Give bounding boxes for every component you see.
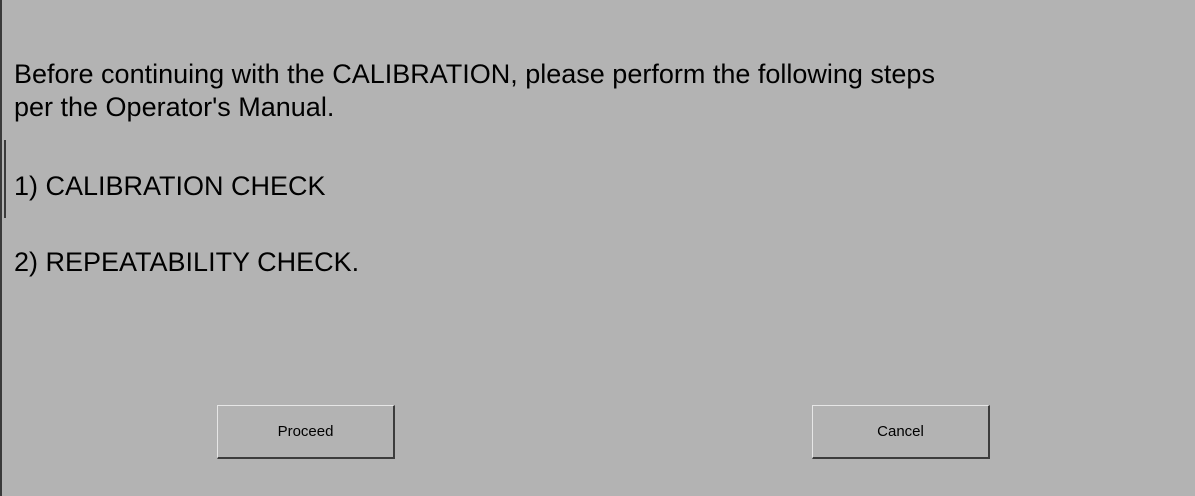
calibration-dialog: Before continuing with the CALIBRATION, … — [0, 0, 1195, 496]
proceed-button[interactable]: Proceed — [217, 405, 395, 459]
cancel-button[interactable]: Cancel — [812, 405, 990, 459]
step-repeatability-check: 2) REPEATABILITY CHECK. — [14, 247, 360, 277]
step-calibration-check: 1) CALIBRATION CHECK — [14, 171, 326, 201]
message-line-2: per the Operator's Manual. — [14, 92, 335, 122]
message-line-1: Before continuing with the CALIBRATION, … — [14, 59, 935, 89]
left-edge-marker — [4, 140, 6, 218]
